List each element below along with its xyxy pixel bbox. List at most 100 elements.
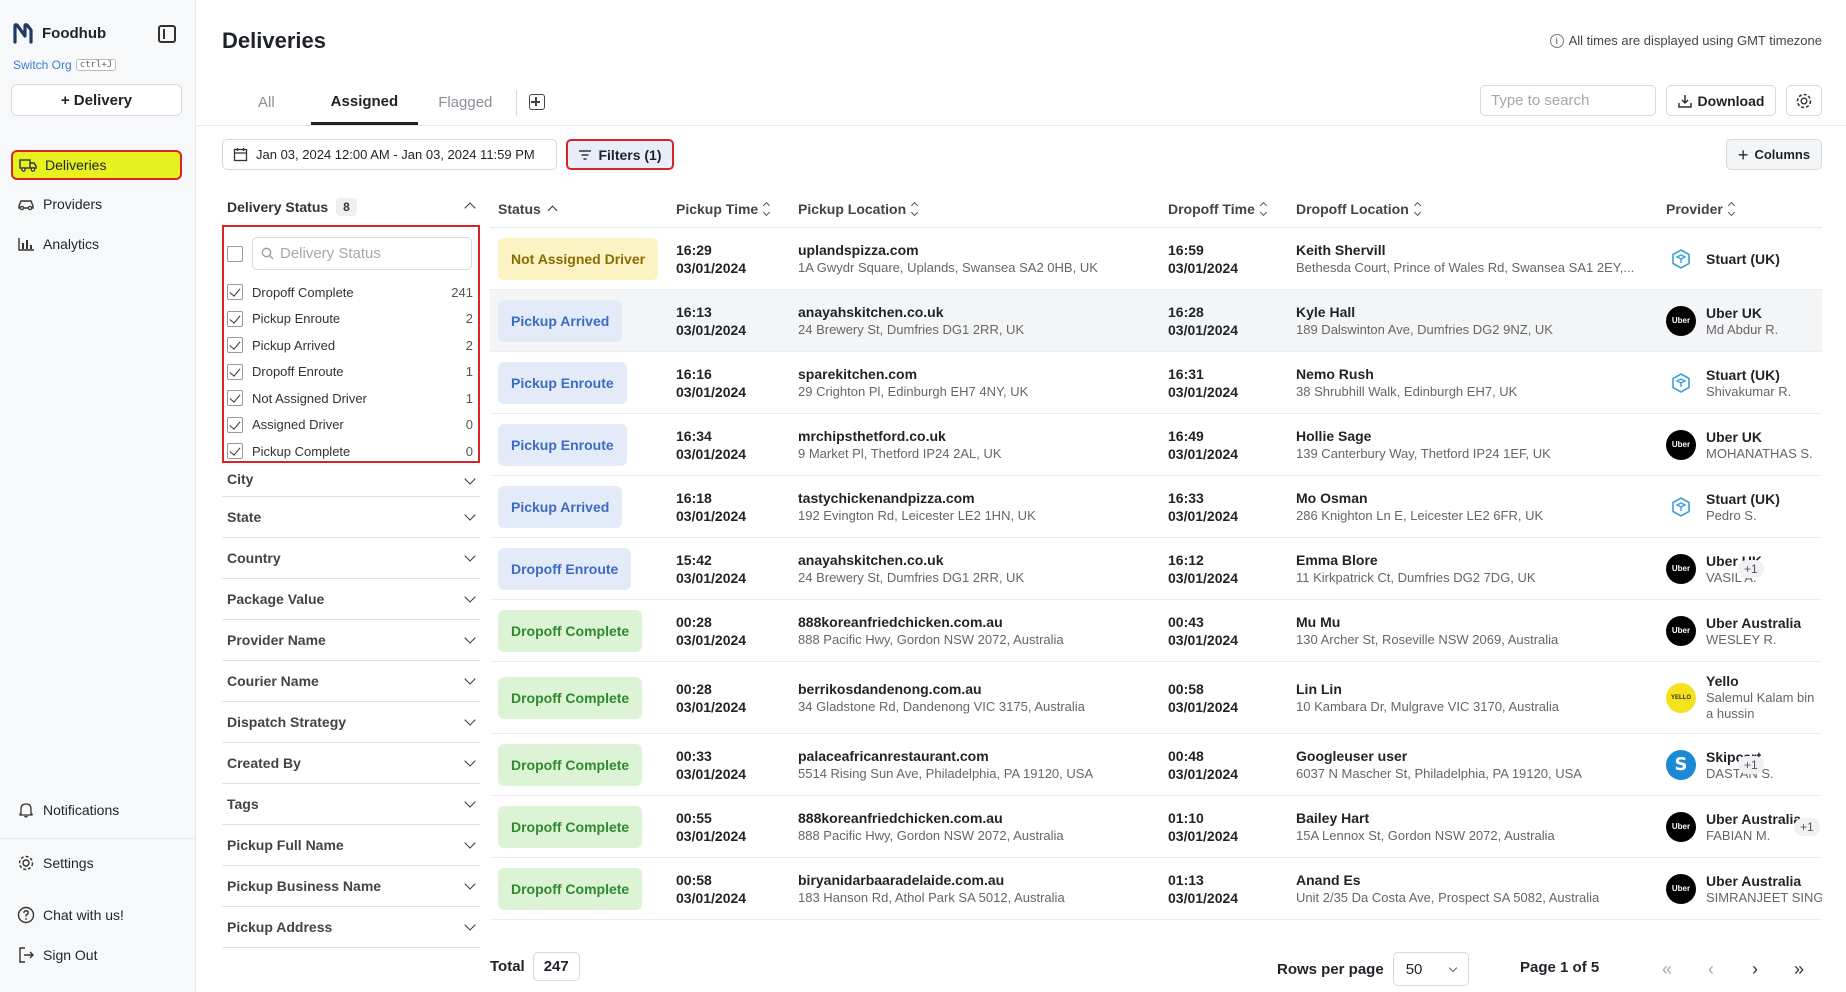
download-button[interactable]: Download [1666, 85, 1776, 116]
filter-section[interactable]: Pickup Business Name [222, 866, 480, 907]
switch-org-link[interactable]: Switch Org ctrl+J [13, 58, 117, 72]
uber-logo-icon: Uber [1666, 811, 1696, 842]
status-option-checkbox[interactable] [227, 310, 243, 327]
filter-section[interactable]: Dispatch Strategy [222, 702, 480, 743]
columns-button[interactable]: + Columns [1726, 139, 1822, 170]
collapse-sidebar-icon[interactable] [158, 25, 176, 43]
provider-cell[interactable]: Uber Uber Australia WESLEY R. [1666, 615, 1822, 647]
status-option-checkbox[interactable] [227, 416, 243, 433]
pickup-address: 1A Gwydr Square, Uplands, Swansea SA2 0H… [798, 260, 1098, 275]
table-settings-button[interactable] [1786, 85, 1822, 116]
provider-cell[interactable]: Uber Uber UK Md Abdur R. [1666, 305, 1822, 337]
provider-cell[interactable]: Stuart (UK) Shivakumar R. [1666, 367, 1822, 399]
provider-cell[interactable]: Uber Uber UK MOHANATHAS S. [1666, 429, 1822, 461]
column-header-pickup-time[interactable]: Pickup Time [676, 201, 798, 217]
status-badge[interactable]: Dropoff Complete [498, 676, 643, 719]
status-option[interactable]: Dropoff Enroute 1 [227, 359, 475, 386]
sort-asc-icon [547, 205, 558, 216]
column-header-dropoff-time[interactable]: Dropoff Time [1168, 201, 1296, 217]
table-row[interactable]: Pickup Arrived 16:18 03/01/2024 tastychicke… [490, 476, 1822, 538]
sidebar-item-notifications[interactable]: Notifications [11, 795, 182, 825]
status-option[interactable]: Pickup Arrived 2 [227, 332, 475, 359]
status-badge[interactable]: Dropoff Enroute [498, 547, 632, 590]
delivery-status-search[interactable]: Delivery Status [252, 237, 472, 270]
table-row[interactable]: Pickup Enroute 16:34 03/01/2024 mrchipsthet… [490, 414, 1822, 476]
filter-section[interactable]: Tags [222, 784, 480, 825]
status-badge[interactable]: Dropoff Complete [498, 867, 643, 910]
sidebar-item-analytics[interactable]: Analytics [11, 229, 182, 259]
status-option[interactable]: Assigned Driver 0 [227, 412, 475, 439]
table-row[interactable]: Dropoff Complete 00:58 03/01/2024 biryanida… [490, 858, 1822, 920]
table-row[interactable]: Dropoff Complete 00:33 03/01/2024 palaceafr… [490, 734, 1822, 796]
status-badge[interactable]: Dropoff Complete [498, 743, 643, 786]
table-row[interactable]: Pickup Enroute 16:16 03/01/2024 sparekitche… [490, 352, 1822, 414]
tab-assigned[interactable]: Assigned [310, 80, 419, 125]
status-badge[interactable]: Pickup Enroute [498, 423, 627, 466]
first-page-icon[interactable]: « [1653, 956, 1681, 982]
previous-page-icon[interactable]: ‹ [1697, 956, 1725, 982]
sidebar-item-deliveries[interactable]: Deliveries [11, 150, 182, 180]
filters-button[interactable]: Filters (1) [566, 139, 674, 170]
sidebar-item-settings[interactable]: Settings [11, 848, 182, 878]
provider-cell[interactable]: Uber Uber Australia SIMRANJEET SINGH [1666, 873, 1822, 905]
status-option-checkbox[interactable] [227, 363, 243, 380]
filter-section[interactable]: Country [222, 538, 480, 579]
add-delivery-button[interactable]: + Delivery [11, 84, 182, 116]
tab-all[interactable]: All [222, 80, 311, 125]
table-row[interactable]: Not Assigned Driver 16:29 03/01/2024 upland… [490, 228, 1822, 290]
search-icon [261, 247, 274, 260]
status-badge[interactable]: Dropoff Complete [498, 805, 643, 848]
column-header-pickup-location[interactable]: Pickup Location [798, 201, 1168, 217]
status-badge[interactable]: Dropoff Complete [498, 609, 643, 652]
status-badge[interactable]: Not Assigned Driver [498, 237, 659, 280]
status-option[interactable]: Not Assigned Driver 1 [227, 385, 475, 412]
provider-cell[interactable]: YELLO Yello Salemul Kalam bin a hussin [1666, 673, 1822, 722]
status-option[interactable]: Dropoff Complete 241 [227, 279, 475, 306]
date-range-picker[interactable]: Jan 03, 2024 12:00 AM - Jan 03, 2024 11:… [222, 139, 557, 170]
extra-courier-badge[interactable]: +1 [1794, 818, 1820, 836]
status-badge[interactable]: Pickup Arrived [498, 485, 623, 528]
filter-section[interactable]: Pickup Full Name [222, 825, 480, 866]
filter-section[interactable]: Created By [222, 743, 480, 784]
extra-courier-badge[interactable]: +1 [1738, 560, 1764, 578]
status-option[interactable]: Pickup Enroute 2 [227, 306, 475, 333]
provider-cell[interactable]: Stuart (UK) [1666, 244, 1822, 274]
column-header-dropoff-location[interactable]: Dropoff Location [1296, 201, 1666, 217]
rows-per-page-select[interactable]: 50 [1392, 952, 1469, 986]
pickup-time: 16:29 [676, 241, 712, 258]
sidebar-item-providers[interactable]: Providers [11, 189, 182, 219]
filter-section[interactable]: Package Value [222, 579, 480, 620]
filter-section[interactable]: Provider Name [222, 620, 480, 661]
search-input[interactable] [1480, 85, 1656, 116]
status-option-checkbox[interactable] [227, 284, 243, 301]
extra-courier-badge[interactable]: +1 [1738, 756, 1764, 774]
table-row[interactable]: Dropoff Enroute 15:42 03/01/2024 anayahskit… [490, 538, 1822, 600]
provider-cell[interactable]: Stuart (UK) Pedro S. [1666, 491, 1822, 523]
status-option-checkbox[interactable] [227, 390, 243, 407]
table-row[interactable]: Pickup Arrived 16:13 03/01/2024 anayahskitc… [490, 290, 1822, 352]
next-page-icon[interactable]: › [1741, 956, 1769, 982]
table-row[interactable]: Dropoff Complete 00:28 03/01/2024 888korean… [490, 600, 1822, 662]
filter-section[interactable]: Pickup Address [222, 907, 480, 948]
columns-label: Columns [1754, 147, 1811, 162]
filter-section[interactable]: Courier Name [222, 661, 480, 702]
sidebar-item-chat[interactable]: Chat with us! [11, 900, 182, 930]
delivery-status-filter-header[interactable]: Delivery Status 8 [222, 190, 480, 223]
last-page-icon[interactable]: » [1785, 956, 1813, 982]
brand[interactable]: Foodhub [12, 22, 106, 44]
pickup-address: 34 Gladstone Rd, Dandenong VIC 3175, Aus… [798, 699, 1085, 714]
column-header-status[interactable]: Status [490, 201, 676, 217]
table-row[interactable]: Dropoff Complete 00:28 03/01/2024 berrikosd… [490, 662, 1822, 734]
select-all-checkbox[interactable] [227, 245, 243, 262]
status-option-checkbox[interactable] [227, 337, 243, 354]
add-tab-icon[interactable] [529, 94, 546, 110]
status-option-checkbox[interactable] [227, 443, 243, 460]
filter-section[interactable]: City [222, 461, 480, 497]
tab-flagged[interactable]: Flagged [418, 80, 512, 125]
table-row[interactable]: Dropoff Complete 00:55 03/01/2024 888korean… [490, 796, 1822, 858]
column-header-provider[interactable]: Provider [1666, 201, 1822, 217]
sidebar-item-sign-out[interactable]: Sign Out [11, 940, 182, 970]
status-badge[interactable]: Pickup Arrived [498, 299, 623, 342]
filter-section[interactable]: State [222, 497, 480, 538]
status-badge[interactable]: Pickup Enroute [498, 361, 627, 404]
